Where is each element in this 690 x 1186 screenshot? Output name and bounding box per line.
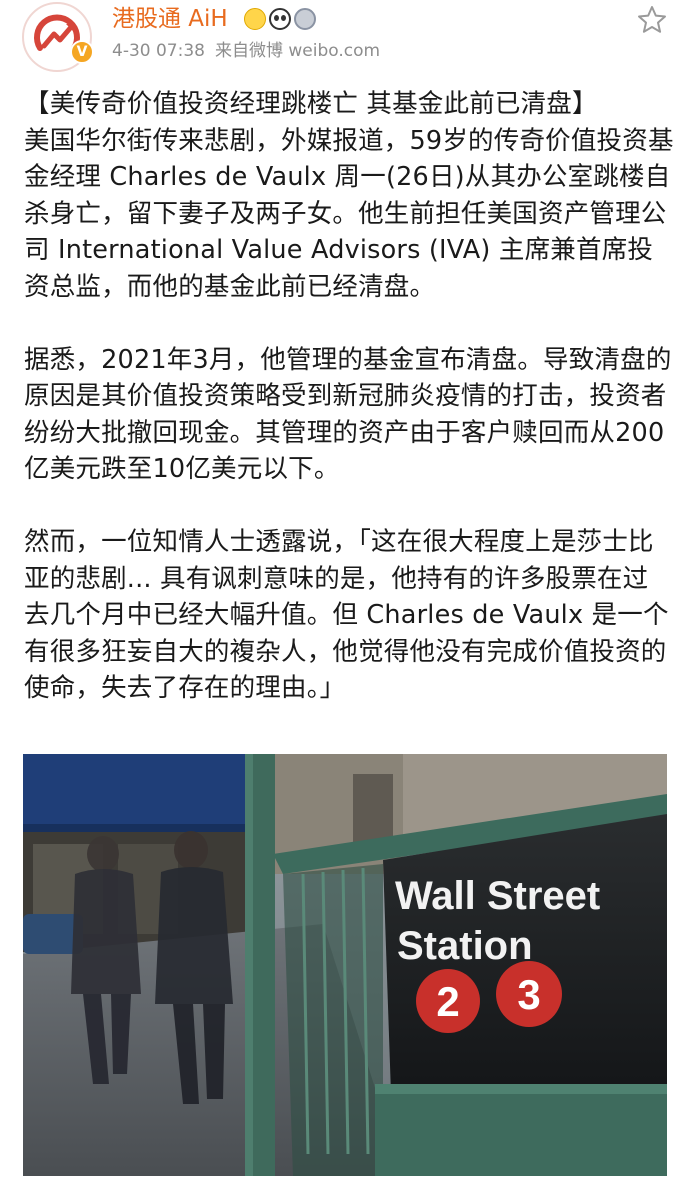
paragraph-3: 然而，一位知情人士透露说，「这在很大程度上是莎士比亚的悲剧... 具有讽刺意味的…	[24, 527, 669, 703]
route-3-label: 3	[517, 971, 540, 1018]
source[interactable]: 来自微博 weibo.com	[215, 41, 380, 61]
star-outline-icon[interactable]	[636, 4, 668, 36]
crown-icon[interactable]	[244, 8, 266, 30]
paragraph-1: 美国华尔街传来悲剧，外媒报道，59岁的传奇价值投资基金经理 Charles de…	[24, 125, 674, 302]
timestamp: 4-30 07:38	[112, 41, 205, 61]
post-content: 【美传奇价值投资经理跳楼亡 其基金此前已清盘】 美国华尔街传来悲剧，外媒报道，5…	[24, 86, 674, 707]
post-header: V 港股通 AiH 4-30 07:38 来自微博 weibo.com	[0, 0, 690, 80]
verified-badge-icon: V	[70, 40, 94, 64]
username[interactable]: 港股通 AiH	[112, 4, 228, 34]
sign-line-2: Station	[397, 924, 533, 968]
sign-line-1: Wall Street	[395, 874, 600, 918]
post-meta: 4-30 07:38 来自微博 weibo.com	[112, 40, 390, 62]
post-title: 【美传奇价值投资经理跳楼亡 其基金此前已清盘】	[24, 89, 598, 119]
panda-icon[interactable]	[269, 8, 291, 30]
user-badges	[244, 6, 316, 32]
route-2-label: 2	[436, 978, 459, 1025]
paragraph-2: 据悉，2021年3月，他管理的基金宣布清盘。导致清盘的原因是其价值投资策略受到新…	[24, 344, 672, 485]
post-photo[interactable]: Wall Street Station 2 3	[23, 754, 667, 1176]
round-badge-icon[interactable]	[294, 8, 316, 30]
